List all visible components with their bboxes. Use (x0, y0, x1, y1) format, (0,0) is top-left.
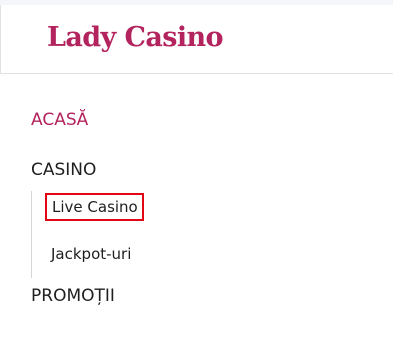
submenu-item-jackpot[interactable]: Jackpot-uri (51, 245, 131, 263)
submenu-item-live-casino[interactable]: Live Casino (45, 193, 144, 221)
nav-item-promotions[interactable]: PROMOȚII (31, 286, 115, 306)
site-header: Lady Casino (0, 5, 393, 74)
submenu-divider (31, 191, 32, 278)
nav-item-casino[interactable]: CASINO (31, 160, 96, 180)
site-logo[interactable]: Lady Casino (47, 22, 224, 53)
nav-item-home[interactable]: ACASĂ (31, 110, 88, 130)
